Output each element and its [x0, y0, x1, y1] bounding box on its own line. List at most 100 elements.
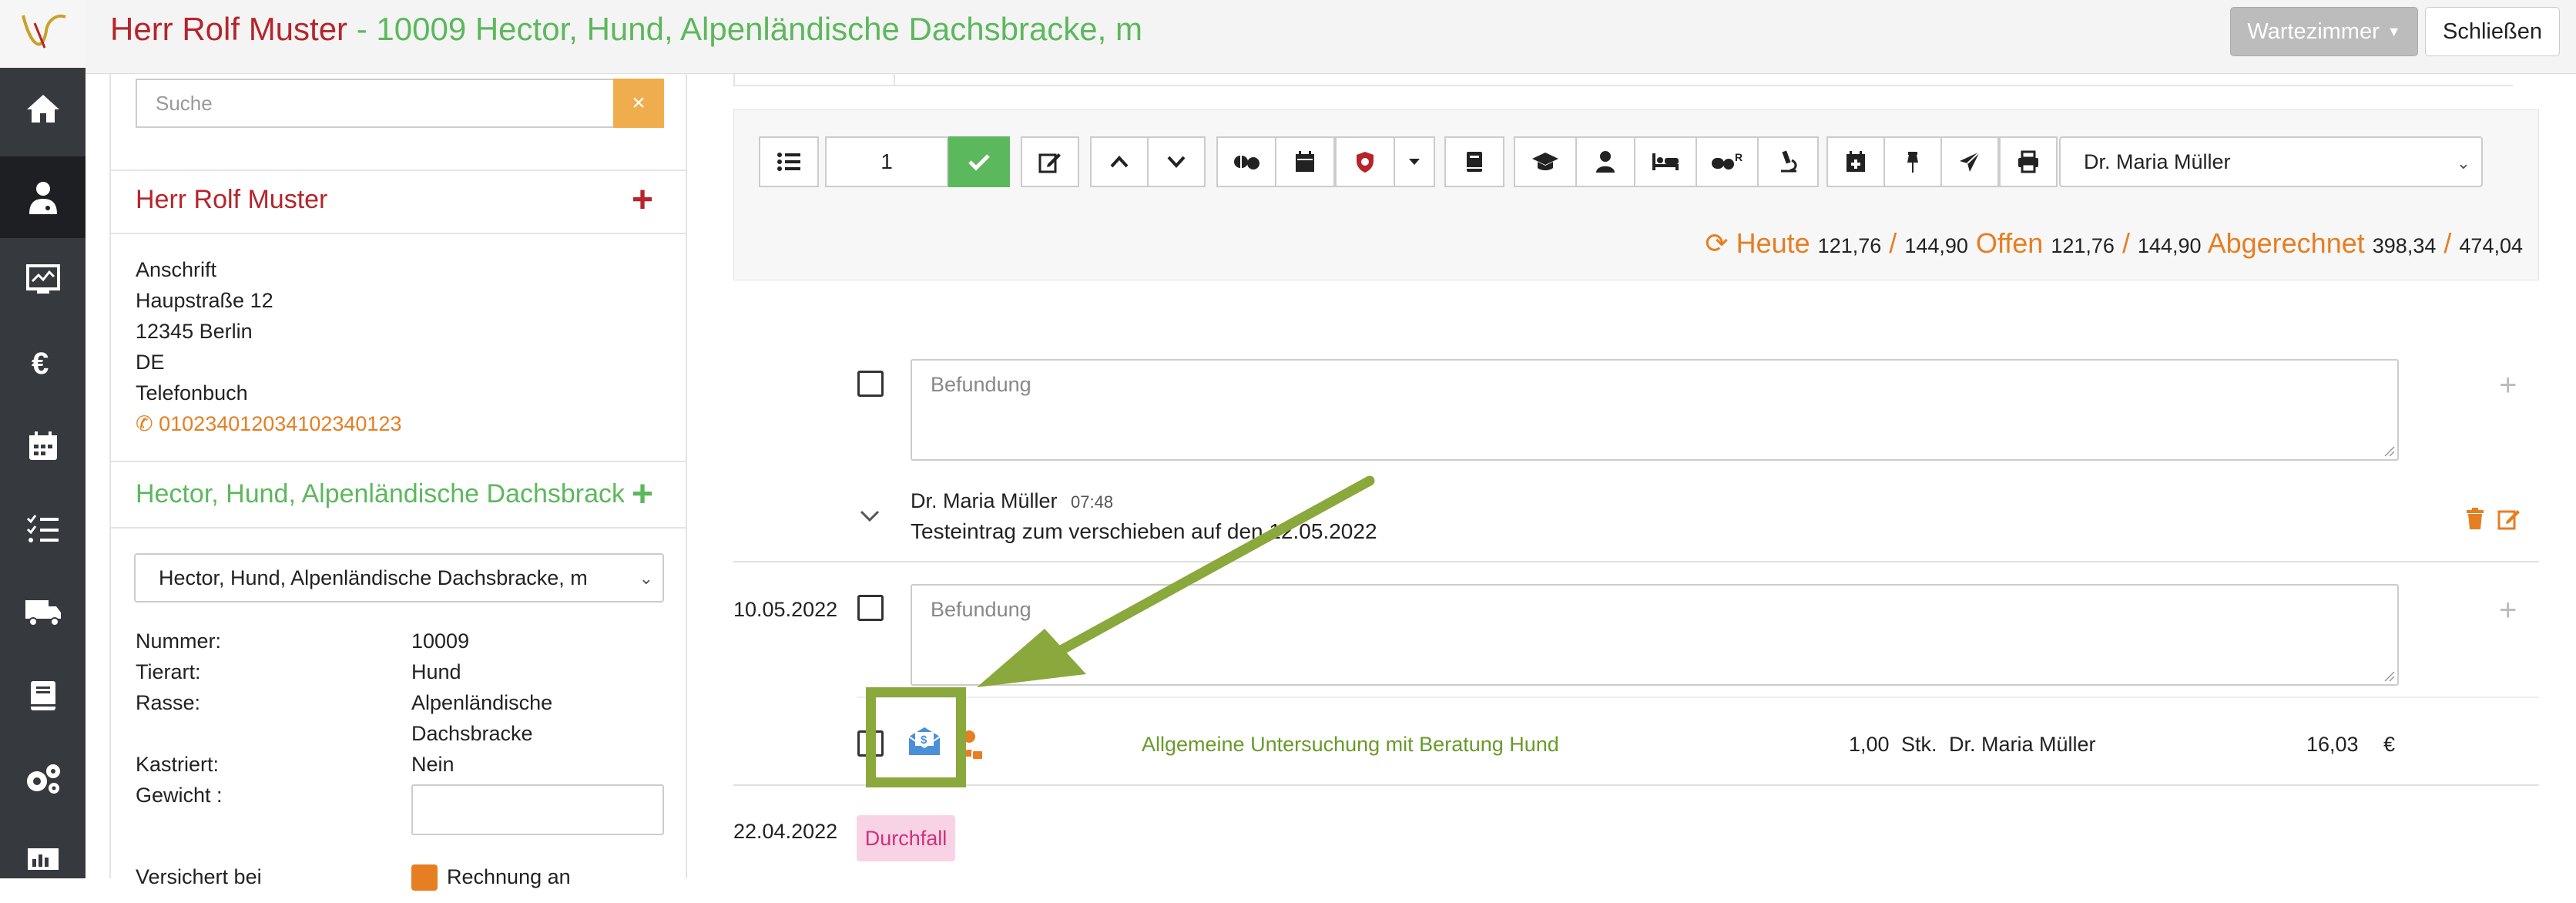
- title-owner-link[interactable]: Herr Rolf Muster: [110, 11, 347, 47]
- add-owner-plus-icon[interactable]: +: [632, 182, 653, 219]
- divider: [733, 784, 2539, 786]
- nav-finance[interactable]: €: [0, 322, 86, 404]
- address-street: Haupstraße 12: [136, 289, 273, 312]
- title-separator: -: [347, 11, 377, 47]
- service-name-link[interactable]: Allgemeine Untersuchung mit Beratung Hun…: [1142, 732, 1559, 757]
- edit-icon: [2497, 510, 2520, 530]
- today-label: Heute: [1736, 227, 1810, 259]
- nav-home[interactable]: [0, 68, 86, 149]
- add-appointment-button[interactable]: [1826, 136, 1885, 187]
- nav-books[interactable]: [0, 655, 86, 737]
- address-country: DE: [136, 351, 165, 374]
- annotation-highlight-box: [866, 687, 966, 787]
- training-button[interactable]: [1514, 136, 1577, 187]
- move-up-button[interactable]: [1090, 136, 1149, 187]
- inpatient-button[interactable]: [1634, 136, 1697, 187]
- service-unit: Stk.: [1901, 733, 1937, 756]
- nav-patients[interactable]: [0, 156, 86, 238]
- app-logo[interactable]: [0, 0, 86, 68]
- pin-button[interactable]: [1883, 136, 1942, 187]
- slash: /: [2122, 227, 2130, 259]
- nav-delivery[interactable]: [0, 572, 86, 653]
- quantity-input[interactable]: 1: [825, 136, 948, 187]
- chevron-down-icon: ⌄: [2456, 153, 2470, 173]
- send-button[interactable]: [1940, 136, 1999, 187]
- service-doctor: Dr. Maria Müller: [1949, 733, 2096, 756]
- divider: [111, 233, 687, 234]
- nav-monitor[interactable]: [0, 239, 86, 321]
- service-currency: €: [2383, 733, 2396, 756]
- edit-icon: [1038, 153, 1061, 173]
- findings-textarea[interactable]: Befundung: [911, 359, 2399, 461]
- medication-button[interactable]: [1216, 136, 1276, 187]
- title-patient-link[interactable]: 10009 Hector, Hund, Alpenländische Dachs…: [376, 11, 1142, 47]
- edit-button[interactable]: [1021, 136, 1079, 187]
- billed-value: 398,34: [2372, 234, 2437, 257]
- notebook-button[interactable]: [1444, 136, 1504, 187]
- kastriert-value: Nein: [411, 753, 454, 776]
- user-icon: [1596, 151, 1615, 173]
- insurance-dropdown-button[interactable]: [1394, 136, 1435, 187]
- refresh-icon[interactable]: ⟳: [1705, 227, 1728, 259]
- bed-icon: [1652, 153, 1679, 170]
- search-clear-button[interactable]: ×: [613, 79, 664, 128]
- book-icon: [1467, 152, 1482, 172]
- slash: /: [2444, 227, 2452, 259]
- paper-plane-icon: [1960, 151, 1981, 172]
- list-icon: [777, 153, 800, 171]
- calendar-plus-icon: [1846, 151, 1865, 172]
- calendar-icon: [29, 431, 57, 460]
- nav-settings[interactable]: [0, 738, 86, 820]
- lab-button[interactable]: [1757, 136, 1819, 187]
- trash-icon: [2467, 508, 2484, 529]
- phone-link[interactable]: ✆ 010234012034102340123: [136, 411, 401, 436]
- owner-section-title[interactable]: Herr Rolf Muster: [136, 185, 598, 215]
- pin-icon: [1907, 152, 1918, 173]
- nav-tasks[interactable]: [0, 488, 86, 570]
- add-entry-plus-icon[interactable]: +: [2499, 595, 2517, 626]
- edit-note-button[interactable]: [2497, 507, 2522, 530]
- entry-checkbox[interactable]: [857, 371, 884, 397]
- billed-total: 474,04: [2459, 234, 2523, 257]
- waiting-room-label: Wartezimmer: [2247, 18, 2380, 44]
- rechnung-label: Rechnung an: [447, 865, 571, 888]
- confirm-button[interactable]: [948, 136, 1010, 187]
- entry-checkbox[interactable]: [857, 595, 884, 621]
- print-button[interactable]: [1999, 136, 2058, 187]
- weight-input[interactable]: [411, 784, 664, 835]
- insurance-button[interactable]: [1335, 136, 1395, 187]
- delete-note-button[interactable]: [2465, 507, 2485, 530]
- page-title: Herr Rolf Muster - 10009 Hector, Hund, A…: [110, 12, 1142, 46]
- nav-calendar[interactable]: [0, 405, 86, 487]
- service-price: 16,03: [2306, 733, 2359, 756]
- chevron-down-icon: [1167, 156, 1186, 168]
- search-placeholder: Suche: [156, 91, 213, 115]
- shield-icon: [1357, 152, 1374, 173]
- list-view-button[interactable]: [759, 136, 819, 187]
- chevron-down-icon: ⌄: [639, 569, 653, 588]
- monitor-chart-icon: [25, 264, 60, 294]
- patient-select[interactable]: Hector, Hund, Alpenländische Dachsbracke…: [134, 553, 664, 603]
- totals-summary: ⟳ Heute 121,76 / 144,90 Offen 121,76 / 1…: [1705, 227, 2523, 260]
- move-down-button[interactable]: [1147, 136, 1206, 187]
- calendar-button[interactable]: [1275, 136, 1335, 187]
- waiting-room-button[interactable]: Wartezimmer ▼: [2230, 7, 2418, 56]
- close-button[interactable]: Schließen: [2425, 7, 2560, 56]
- doctor-select[interactable]: Dr. Maria Müller ⌄: [2059, 136, 2483, 187]
- diagnosis-tag[interactable]: Durchfall: [857, 815, 955, 861]
- search-input[interactable]: Suche: [136, 79, 613, 128]
- expand-note-chevron[interactable]: [858, 509, 881, 524]
- microscope-icon: [1781, 150, 1797, 173]
- nav-reports[interactable]: [0, 821, 86, 903]
- add-entry-plus-icon[interactable]: +: [2499, 370, 2517, 401]
- rechnung-checkbox[interactable]: [411, 864, 438, 891]
- prescription-button[interactable]: R: [1696, 136, 1759, 187]
- screen-chart-icon: [27, 848, 59, 870]
- annotation-arrow-icon: [977, 475, 1375, 687]
- patient-section-title[interactable]: Hector, Hund, Alpenländische Dachsbracke…: [136, 479, 636, 509]
- person-button[interactable]: [1575, 136, 1635, 187]
- billed-label: Abgerechnet: [2207, 227, 2365, 259]
- tab-active[interactable]: [733, 74, 895, 86]
- gewicht-label: Gewicht :: [136, 784, 223, 807]
- add-patient-plus-icon[interactable]: +: [624, 476, 654, 513]
